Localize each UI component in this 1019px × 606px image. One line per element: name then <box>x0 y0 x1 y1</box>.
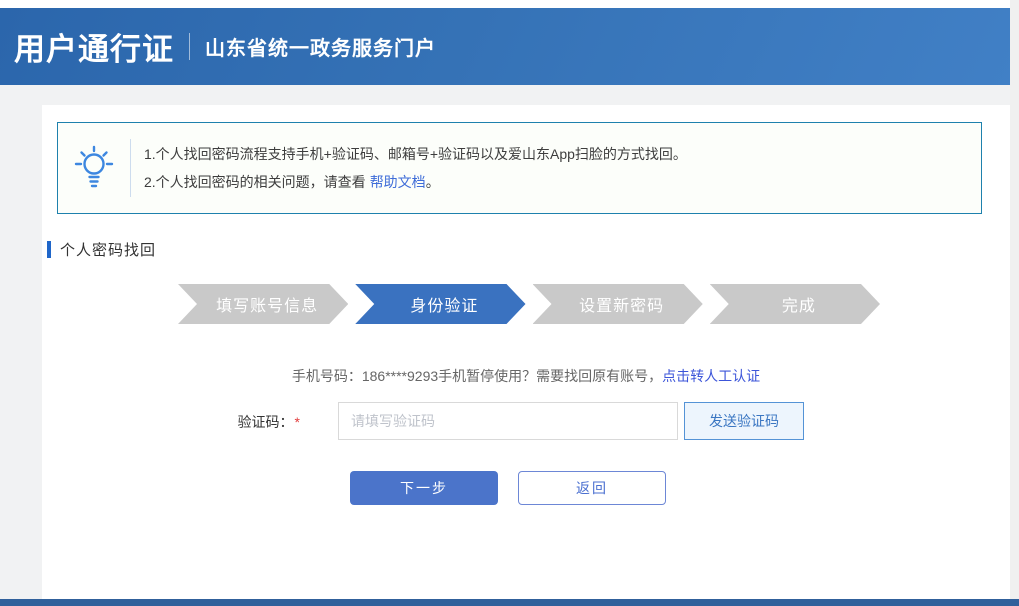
step-indicator: 填写账号信息 身份验证 设置新密码 完成 <box>178 284 880 324</box>
portal-header: 用户通行证 山东省统一政务服务门户 <box>0 8 1019 85</box>
help-doc-link[interactable]: 帮助文档 <box>370 174 426 190</box>
step-identity-verification: 身份验证 <box>355 284 525 324</box>
footer-bar <box>0 599 1019 606</box>
scrollbar-track[interactable] <box>1010 0 1019 606</box>
password-recovery-page: 用户通行证 山东省统一政务服务门户 1.个人找回密 <box>0 0 1019 606</box>
notice-line-2: 2.个人找回密码的相关问题，请查看帮助文档。 <box>144 168 687 196</box>
notice-text: 1.个人找回密码流程支持手机+验证码、邮箱号+验证码以及爱山东App扫脸的方式找… <box>131 140 687 196</box>
manual-verification-link[interactable]: 点击转人工认证 <box>662 368 760 384</box>
step-set-new-password: 设置新密码 <box>533 284 703 324</box>
captcha-label: 验证码：* <box>42 412 300 432</box>
next-step-button[interactable]: 下一步 <box>350 471 498 505</box>
phone-notice-text: 手机号码：186****9293手机暂停使用？需要找回原有账号， <box>292 368 662 384</box>
top-white-strip <box>0 0 1019 8</box>
captcha-input[interactable] <box>338 402 678 440</box>
notice-box: 1.个人找回密码流程支持手机+验证码、邮箱号+验证码以及爱山东App扫脸的方式找… <box>57 122 982 214</box>
step-complete: 完成 <box>710 284 880 324</box>
portal-subtitle: 山东省统一政务服务门户 <box>205 32 436 61</box>
content-card: 1.个人找回密码流程支持手机+验证码、邮箱号+验证码以及爱山东App扫脸的方式找… <box>42 105 1010 606</box>
notice-line-1: 1.个人找回密码流程支持手机+验证码、邮箱号+验证码以及爱山东App扫脸的方式找… <box>144 140 687 168</box>
back-button[interactable]: 返回 <box>518 471 666 505</box>
step-fill-account-info: 填写账号信息 <box>178 284 348 324</box>
captcha-form-row: 验证码：* 发送验证码 <box>42 402 1010 442</box>
notice-line-2-suffix: 。 <box>426 174 440 190</box>
send-code-button[interactable]: 发送验证码 <box>684 402 804 440</box>
section-title-row: 个人密码找回 <box>47 239 156 260</box>
portal-title: 用户通行证 <box>14 24 174 69</box>
lightbulb-icon <box>58 145 130 191</box>
phone-notice-line: 手机号码：186****9293手机暂停使用？需要找回原有账号，点击转人工认证 <box>42 366 1010 386</box>
section-title-bar <box>47 241 51 258</box>
action-buttons-row: 下一步 返回 <box>42 471 1010 505</box>
header-separator <box>189 33 190 60</box>
notice-line-2-text: 2.个人找回密码的相关问题，请查看 <box>144 174 366 190</box>
required-asterisk: * <box>295 414 300 430</box>
page-title: 个人密码找回 <box>60 239 156 260</box>
captcha-label-text: 验证码： <box>238 414 294 430</box>
